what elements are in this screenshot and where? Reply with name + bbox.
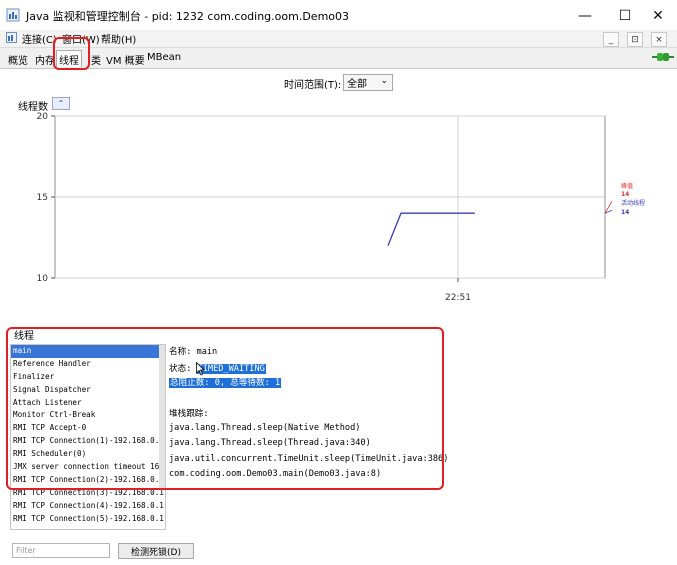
internal-minimize-button[interactable]: _ [603, 32, 619, 47]
y-tick-label: 10 [37, 274, 49, 284]
x-tick-label: 22:51 [445, 293, 471, 303]
red-highlight-box-threads [6, 327, 444, 490]
java-app-icon [6, 8, 20, 22]
tab-classes[interactable]: 类 [91, 52, 101, 67]
chevron-down-icon: ⌄ [380, 76, 388, 86]
connection-status-icon [652, 53, 674, 61]
menu-help[interactable]: 帮助(H) [101, 31, 136, 46]
tab-mbean[interactable]: MBean [147, 52, 181, 63]
close-button[interactable]: ✕ [640, 4, 676, 28]
time-range-value: 全部 [347, 79, 367, 90]
window-title: Java 监视和管理控制台 - pid: 1232 com.coding.oom… [26, 10, 350, 23]
maximize-button[interactable]: ☐ [607, 4, 643, 28]
red-highlight-box-tab [53, 37, 90, 70]
time-range-select[interactable]: 全部 ⌄ [343, 74, 393, 91]
tab-vm-summary[interactable]: VM 概要 [106, 52, 145, 67]
menu-connect[interactable]: 连接(C) [22, 31, 57, 46]
tab-overview[interactable]: 概览 [8, 52, 28, 67]
legend-live-label: 活动线程 [621, 199, 645, 207]
thread-list-item[interactable]: RMI TCP Connection(5)-192.168.0.1 [11, 513, 165, 526]
legend-peak-value: 14 [621, 191, 629, 198]
minimize-button[interactable]: — [567, 4, 603, 28]
tab-memory[interactable]: 内存 [35, 52, 55, 67]
y-tick-label: 15 [37, 193, 48, 203]
thread-count-chart: 10152022:51峰值14活动线程14 [37, 112, 645, 303]
legend-live-value: 14 [621, 209, 629, 216]
thread-list-item[interactable]: RMI TCP Connection(4)-192.168.0.1 [11, 500, 165, 513]
tab-bar [0, 48, 677, 69]
legend-peak-label: 峰值 [621, 182, 633, 190]
window-menu-icon [6, 32, 17, 43]
time-range-label: 时间范围(T): [284, 80, 342, 91]
y-tick-label: 20 [37, 112, 49, 122]
internal-restore-button[interactable]: ⊡ [627, 32, 643, 47]
internal-close-button[interactable]: × [651, 32, 667, 47]
thread-filter-input[interactable]: Filter [12, 543, 110, 558]
detect-deadlock-button[interactable]: 检测死锁(D) [118, 543, 194, 559]
